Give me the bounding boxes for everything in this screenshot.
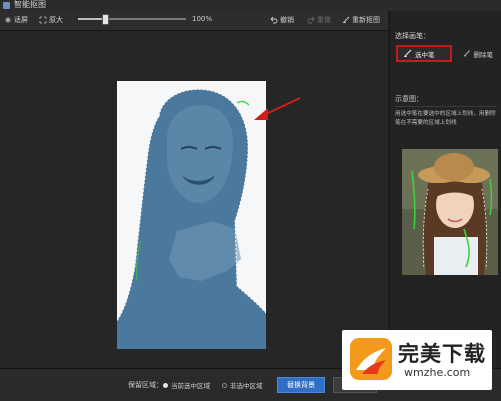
- title-bar: 智能抠图: [0, 0, 501, 11]
- radio-unchecked-icon: [222, 382, 227, 388]
- brush-title: 选择画笔：: [395, 32, 430, 40]
- radio-unselected-region[interactable]: 非选中区域: [222, 380, 263, 390]
- select-pen-label: 选中笔: [415, 50, 435, 59]
- radio-checked-icon: [163, 382, 168, 388]
- example-illustration: [402, 149, 498, 275]
- site-watermark: 完美下载 wmzhe.com: [342, 330, 492, 390]
- original-size-button[interactable]: 原大: [39, 15, 63, 25]
- toolbar: 适屏 原大 100% 撤销 重做 重新抠图: [0, 11, 388, 31]
- photo-being-edited[interactable]: [117, 81, 266, 349]
- zoom-percent: 100%: [192, 15, 213, 23]
- editing-canvas[interactable]: [0, 31, 388, 368]
- example-image: [402, 149, 498, 275]
- radio-current-selection[interactable]: 当前选中区域: [163, 380, 210, 390]
- watermark-logo: [350, 338, 392, 380]
- window-title: 智能抠图: [14, 0, 46, 9]
- redo-label: 重做: [317, 16, 331, 24]
- pen-icon: [404, 49, 412, 57]
- redraw-label: 重新抠图: [352, 16, 380, 24]
- select-pen-button[interactable]: 选中笔: [396, 45, 452, 62]
- keep-region-label: 保留区域：: [128, 381, 163, 389]
- watermark-name: 完美下载: [398, 342, 486, 366]
- example-title: 示意图：: [395, 95, 423, 103]
- instruction-text: 用选中笔在要选中的区域上划线，用删除笔在不需要的区域上划线: [395, 111, 496, 126]
- fit-screen-icon: [5, 17, 11, 23]
- original-size-label: 原大: [49, 16, 63, 24]
- erase-pen-label: 删除笔: [473, 50, 494, 59]
- original-size-icon: [39, 16, 47, 24]
- photo-illustration: [117, 81, 266, 349]
- zoom-slider-thumb[interactable]: [102, 14, 109, 25]
- pointer-arrow-icon: [254, 97, 301, 120]
- zoom-slider[interactable]: [78, 14, 186, 25]
- fit-screen-button[interactable]: 适屏: [4, 15, 28, 25]
- fit-screen-label: 适屏: [14, 16, 28, 24]
- flame-logo-icon: [350, 338, 392, 380]
- zoom-slider-fill: [78, 18, 105, 20]
- radio-current-label: 当前选中区域: [171, 382, 210, 390]
- eraser-pen-icon: [463, 50, 471, 57]
- zoom-readout: 100%: [192, 15, 212, 23]
- replace-background-button[interactable]: 替换背景: [277, 377, 325, 393]
- redo-button[interactable]: 重做: [307, 15, 331, 25]
- undo-label: 撤销: [280, 16, 294, 24]
- undo-button[interactable]: 撤销: [270, 15, 294, 25]
- erase-pen-button[interactable]: 删除笔: [458, 45, 498, 62]
- panel-divider: [395, 106, 497, 107]
- right-panel: 选择画笔： 选中笔 删除笔 示意图： 用选中笔在要选中的区域上划线，用删除笔在不…: [389, 11, 501, 368]
- undo-icon: [270, 16, 278, 24]
- app-icon: [3, 2, 10, 9]
- radio-unselected-label: 非选中区域: [230, 382, 263, 390]
- redo-icon: [307, 16, 315, 24]
- brush-icon: [343, 16, 350, 23]
- watermark-url: wmzhe.com: [404, 366, 471, 379]
- redraw-button[interactable]: 重新抠图: [342, 15, 380, 25]
